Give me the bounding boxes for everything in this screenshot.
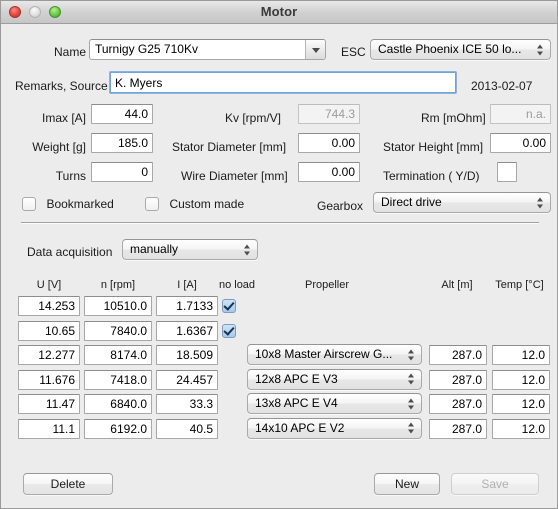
weight-label: Weight [g] [32, 140, 86, 154]
rm-readonly-field: n.a. [490, 104, 551, 124]
row-input-i[interactable]: 18.509 [156, 345, 218, 365]
rm-label: Rm [mOhm] [421, 111, 486, 125]
column-header-propeller: Propeller [304, 279, 350, 291]
row-input-i[interactable]: 1.7133 [156, 296, 218, 316]
section-divider [21, 222, 539, 224]
row-propeller-value: 12x8 APC E V3 [255, 371, 338, 386]
gearbox-popup-value: Direct drive [381, 195, 442, 209]
column-header-u: U [V] [36, 279, 62, 291]
column-header-n: n [rpm] [100, 279, 136, 291]
kv-readonly-field: 744.3 [298, 104, 360, 124]
custom-made-checkbox[interactable] [145, 196, 159, 211]
new-button[interactable]: New [374, 473, 440, 495]
bookmarked-label: Bookmarked [46, 197, 114, 211]
row-input-temp[interactable]: 12.0 [492, 418, 550, 439]
date-text: 2013-02-07 [471, 79, 533, 93]
imax-label: Imax [A] [41, 111, 86, 125]
row-propeller-popup-button[interactable]: 13x8 APC E V4 [247, 393, 422, 414]
row-propeller-popup-button[interactable]: 12x8 APC E V3 [247, 368, 422, 390]
row-input-alt[interactable]: 287.0 [429, 418, 487, 439]
row-input-temp[interactable]: 12.0 [492, 394, 550, 414]
row-input-i[interactable]: 24.457 [156, 369, 218, 390]
turns-label: Turns [55, 169, 86, 183]
row-input-u[interactable]: 12.277 [18, 345, 80, 365]
bookmarked-checkbox-row[interactable]: Bookmarked [22, 195, 114, 213]
esc-popup-value: Castle Phoenix ICE 50 lo... [378, 42, 522, 56]
updown-arrows-icon [408, 397, 415, 410]
custom-made-checkbox-row[interactable]: Custom made [145, 195, 244, 213]
termination-input[interactable] [497, 162, 517, 182]
updown-arrows-icon [408, 373, 415, 386]
row-input-u[interactable]: 11.47 [18, 394, 80, 414]
remarks-input[interactable]: K. Myers [109, 71, 457, 94]
gearbox-label: Gearbox [317, 199, 364, 213]
row-input-i[interactable]: 40.5 [156, 418, 218, 439]
remarks-label: Remarks, Source [15, 79, 108, 93]
chevron-down-icon[interactable] [305, 40, 325, 59]
termination-label: Termination ( Y/D) [383, 169, 480, 183]
row-input-u[interactable]: 11.676 [18, 369, 80, 390]
row-input-n[interactable]: 6840.0 [84, 394, 152, 414]
row-input-i[interactable]: 1.6367 [156, 320, 218, 341]
row-input-u[interactable]: 10.65 [18, 320, 80, 341]
row-input-alt[interactable]: 287.0 [429, 345, 487, 365]
row-checkbox-no-load[interactable] [222, 299, 236, 313]
esc-label: ESC [341, 45, 366, 59]
updown-arrows-icon [408, 422, 415, 435]
updown-arrows-icon [537, 196, 544, 209]
stator-height-input[interactable]: 0.00 [490, 133, 551, 153]
window-title: Motor [260, 4, 298, 19]
motor-window: Motor Name Turnigy G25 710Kv ESC Castle … [0, 0, 558, 509]
row-input-n[interactable]: 7418.0 [84, 369, 152, 390]
data-acquisition-value: manually [130, 242, 179, 256]
wire-diameter-label: Wire Diameter [mm] [181, 169, 288, 183]
esc-popup-button[interactable]: Castle Phoenix ICE 50 lo... [370, 39, 551, 60]
updown-arrows-icon [244, 243, 251, 256]
bookmarked-checkbox[interactable] [22, 196, 36, 211]
window-titlebar: Motor [1, 1, 557, 24]
name-combobox-value: Turnigy G25 710Kv [95, 42, 198, 56]
column-header-temp: Temp [°C] [495, 279, 544, 291]
updown-arrows-icon [537, 43, 544, 56]
row-input-i[interactable]: 33.3 [156, 394, 218, 414]
column-header-alt: Alt [m] [441, 279, 473, 291]
gearbox-popup-button[interactable]: Direct drive [373, 192, 551, 213]
column-header-no-load: no load [218, 279, 256, 291]
wire-diameter-input[interactable]: 0.00 [298, 162, 360, 182]
data-acquisition-label: Data acquisition [27, 245, 113, 259]
row-input-u[interactable]: 14.253 [18, 296, 80, 316]
stator-diameter-label: Stator Diameter [mm] [172, 140, 287, 154]
name-label: Name [53, 45, 86, 59]
row-input-n[interactable]: 8174.0 [84, 345, 152, 365]
row-input-alt[interactable]: 287.0 [429, 394, 487, 414]
delete-button[interactable]: Delete [23, 473, 113, 495]
turns-input[interactable]: 0 [91, 162, 153, 182]
name-combobox[interactable]: Turnigy G25 710Kv [89, 39, 326, 60]
stator-diameter-input[interactable]: 0.00 [298, 133, 360, 153]
kv-label: Kv [rpm/V] [225, 111, 282, 125]
imax-input[interactable]: 44.0 [91, 104, 153, 124]
row-input-temp[interactable]: 12.0 [492, 369, 550, 390]
row-input-n[interactable]: 6192.0 [84, 418, 152, 439]
updown-arrows-icon [408, 348, 415, 361]
row-input-n[interactable]: 7840.0 [84, 320, 152, 341]
row-propeller-value: 13x8 APC E V4 [255, 396, 338, 410]
row-propeller-popup-button[interactable]: 14x10 APC E V2 [247, 417, 422, 439]
save-button[interactable]: Save [451, 473, 539, 495]
weight-input[interactable]: 185.0 [91, 133, 153, 153]
row-propeller-value: 10x8 Master Airscrew G... [255, 347, 393, 361]
row-propeller-value: 14x10 APC E V2 [255, 420, 345, 435]
row-input-n[interactable]: 10510.0 [84, 296, 152, 316]
row-input-u[interactable]: 11.1 [18, 418, 80, 439]
stator-height-label: Stator Height [mm] [383, 140, 484, 154]
row-checkbox-no-load[interactable] [222, 323, 236, 338]
row-input-temp[interactable]: 12.0 [492, 345, 550, 365]
row-propeller-popup-button[interactable]: 10x8 Master Airscrew G... [247, 344, 422, 365]
data-acquisition-popup-button[interactable]: manually [122, 239, 258, 260]
row-input-alt[interactable]: 287.0 [429, 369, 487, 390]
custom-made-label: Custom made [169, 197, 245, 211]
